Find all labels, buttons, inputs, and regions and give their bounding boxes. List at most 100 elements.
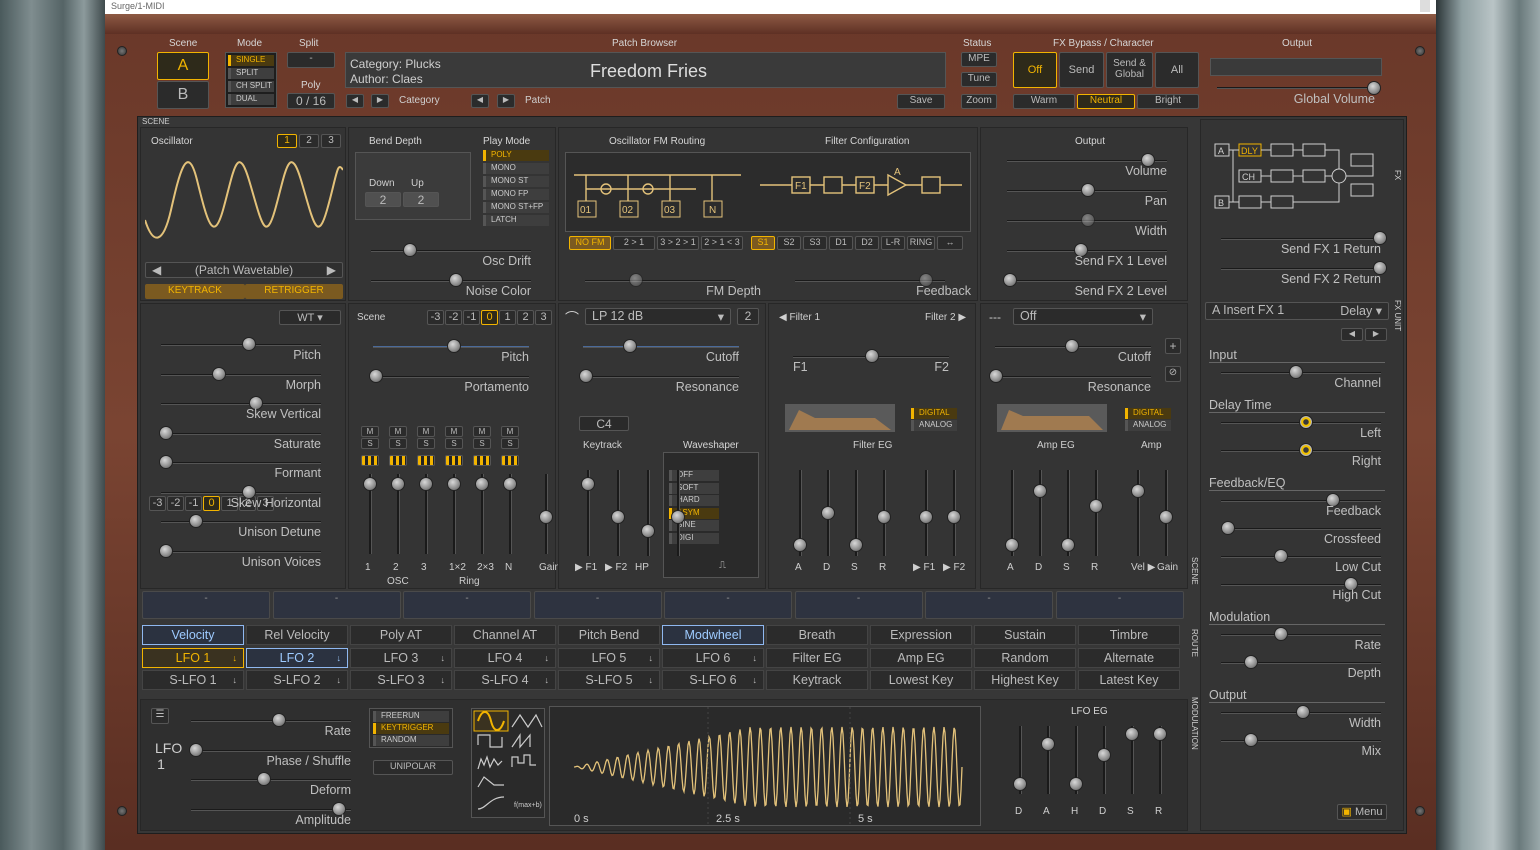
mixer-0-slider[interactable]: [363, 477, 377, 492]
fx-menu-button[interactable]: ▣ Menu: [1337, 804, 1387, 820]
mod-source-s-lfo-3[interactable]: S-LFO 3 ↓: [350, 670, 452, 690]
mpe-button[interactable]: MPE: [961, 52, 997, 67]
filter-route-s3[interactable]: S3: [803, 236, 827, 250]
fx-prev-button[interactable]: ◀: [1341, 328, 1363, 341]
tune-button[interactable]: Tune: [961, 72, 997, 87]
filter2-type-selector[interactable]: Off ▾: [1013, 308, 1153, 325]
mixer-3-slider[interactable]: [447, 477, 461, 492]
mod-source-alternate[interactable]: Alternate: [1078, 647, 1180, 668]
scene-octave--2[interactable]: -2: [445, 310, 462, 325]
fx-bypass-send-global[interactable]: Send & Global: [1106, 52, 1153, 88]
lfo-unipolar-toggle[interactable]: UNIPOLAR: [373, 760, 453, 775]
wavetable-selector[interactable]: ◀ (Patch Wavetable) ▶: [145, 262, 343, 278]
amp-eg-v3-slider[interactable]: [1089, 498, 1103, 513]
filter-route-s1[interactable]: S1: [751, 236, 775, 250]
retrigger-toggle[interactable]: RETRIGGER: [245, 284, 343, 299]
scene-octave-1[interactable]: 1: [499, 310, 516, 325]
keytrack-root[interactable]: C4: [579, 416, 629, 431]
mute-button[interactable]: M: [473, 426, 491, 437]
patch-next-button[interactable]: ▶: [497, 94, 515, 108]
scene-octave--3[interactable]: -3: [427, 310, 444, 325]
play-mode-mono-fp[interactable]: MONO FP: [483, 189, 549, 200]
filter-eg-v5-slider[interactable]: [947, 509, 961, 524]
mod-source-lowest-key[interactable]: Lowest Key: [870, 670, 972, 690]
mixer-1-slider[interactable]: [391, 477, 405, 492]
mode-dual[interactable]: DUAL: [228, 94, 274, 105]
lfo-eg-v2-slider[interactable]: [1069, 777, 1083, 792]
filter-eg-digital[interactable]: DIGITAL: [911, 408, 957, 419]
macro-4[interactable]: -: [533, 591, 662, 619]
zoom-button[interactable]: Zoom: [961, 94, 997, 109]
patch-prev-button[interactable]: ◀: [471, 94, 489, 108]
macro-8[interactable]: -: [1055, 591, 1184, 619]
lfo-shape-selector[interactable]: f(max+b): [471, 708, 545, 818]
filter1-type-selector[interactable]: LP 12 dB ▾: [585, 308, 731, 325]
lfo-random[interactable]: RANDOM: [373, 735, 449, 746]
add-icon[interactable]: +: [1165, 338, 1181, 354]
mixer-2-slider[interactable]: [419, 477, 433, 492]
mod-source-s-lfo-4[interactable]: S-LFO 4 ↓: [454, 670, 556, 690]
macro-1[interactable]: -: [142, 591, 270, 619]
filter-eg-analog[interactable]: ANALOG: [911, 420, 957, 431]
mod-source-lfo-6[interactable]: LFO 6 ↓: [662, 647, 764, 668]
filter1-v2-slider[interactable]: [641, 524, 655, 538]
mod-source-highest-key[interactable]: Highest Key: [974, 670, 1076, 690]
mode-single[interactable]: SINGLE: [228, 55, 274, 66]
amp-eg-v1-slider[interactable]: [1033, 484, 1047, 499]
play-mode-mono-st[interactable]: MONO ST: [483, 176, 549, 187]
amp-eg-digital[interactable]: DIGITAL: [1125, 408, 1171, 419]
scene-octave-2[interactable]: 2: [517, 310, 534, 325]
play-mode-latch[interactable]: LATCH: [483, 215, 549, 226]
link-icon[interactable]: ⊘: [1165, 366, 1181, 382]
mod-source-timbre[interactable]: Timbre: [1078, 625, 1180, 645]
mod-source-s-lfo-2[interactable]: S-LFO 2 ↓: [246, 670, 348, 690]
filter2-nav[interactable]: Filter 2 ▶: [925, 312, 966, 323]
mod-source-lfo-3[interactable]: LFO 3 ↓: [350, 647, 452, 668]
solo-button[interactable]: S: [417, 438, 435, 449]
scene-octave-0[interactable]: 0: [481, 310, 498, 325]
filter-route-d2[interactable]: D2: [855, 236, 879, 250]
bend-down-value[interactable]: 2: [365, 192, 401, 207]
fm-route-none[interactable]: NO FM: [569, 236, 611, 250]
filter1-nav[interactable]: ◀ Filter 1: [779, 312, 820, 323]
solo-button[interactable]: S: [361, 438, 379, 449]
mute-button[interactable]: M: [501, 426, 519, 437]
mod-source-filter-eg[interactable]: Filter EG: [766, 647, 868, 668]
lfo-keytrigger[interactable]: KEYTRIGGER: [373, 723, 449, 734]
mute-button[interactable]: M: [389, 426, 407, 437]
fx-bypass-all[interactable]: All: [1155, 52, 1199, 88]
filter1-v0-slider[interactable]: [581, 477, 595, 492]
filter-eg-v2-slider[interactable]: [849, 538, 863, 553]
mute-button[interactable]: M: [445, 426, 463, 437]
osc-tab-2[interactable]: 2: [299, 134, 319, 148]
mute-button[interactable]: M: [417, 426, 435, 437]
mod-source-expression[interactable]: Expression: [870, 625, 972, 645]
lfo-eg-v5-slider[interactable]: [1153, 727, 1167, 742]
lfo-eg-v0-slider[interactable]: [1013, 777, 1027, 792]
fm-route-2-1-3[interactable]: 2 > 1 < 3: [701, 236, 743, 250]
mode-ch-split[interactable]: CH SPLIT: [228, 81, 274, 92]
macro-3[interactable]: -: [403, 591, 531, 619]
solo-button[interactable]: S: [389, 438, 407, 449]
filter-eg-v4-slider[interactable]: [919, 509, 933, 524]
mixer-6-slider[interactable]: [539, 510, 553, 525]
lfo-eg-v1-slider[interactable]: [1041, 736, 1055, 751]
lfo-menu-icon[interactable]: ☰: [151, 708, 169, 724]
macro-2[interactable]: -: [272, 591, 401, 619]
amp-eg-v2-slider[interactable]: [1061, 538, 1075, 553]
mute-button[interactable]: M: [361, 426, 379, 437]
amp-eg-v0-slider[interactable]: [1005, 538, 1019, 553]
solo-button[interactable]: S: [473, 438, 491, 449]
patch-browser[interactable]: Category: Plucks Author: Claes Freedom F…: [345, 52, 946, 88]
route-button[interactable]: [445, 455, 463, 466]
mod-source-poly-at[interactable]: Poly AT: [350, 625, 452, 645]
filter-balance-slider[interactable]: [865, 349, 879, 363]
mod-source-latest-key[interactable]: Latest Key: [1078, 670, 1180, 690]
mod-source-rel-velocity[interactable]: Rel Velocity: [246, 625, 348, 645]
amp-eg-v4-slider[interactable]: [1131, 484, 1145, 499]
osc-tab-3[interactable]: 3: [321, 134, 341, 148]
macro-5[interactable]: -: [664, 591, 792, 619]
osc-type-selector[interactable]: WT ▾: [279, 310, 341, 325]
scene-octave-3[interactable]: 3: [535, 310, 552, 325]
filter-eg-v3-slider[interactable]: [877, 509, 891, 524]
